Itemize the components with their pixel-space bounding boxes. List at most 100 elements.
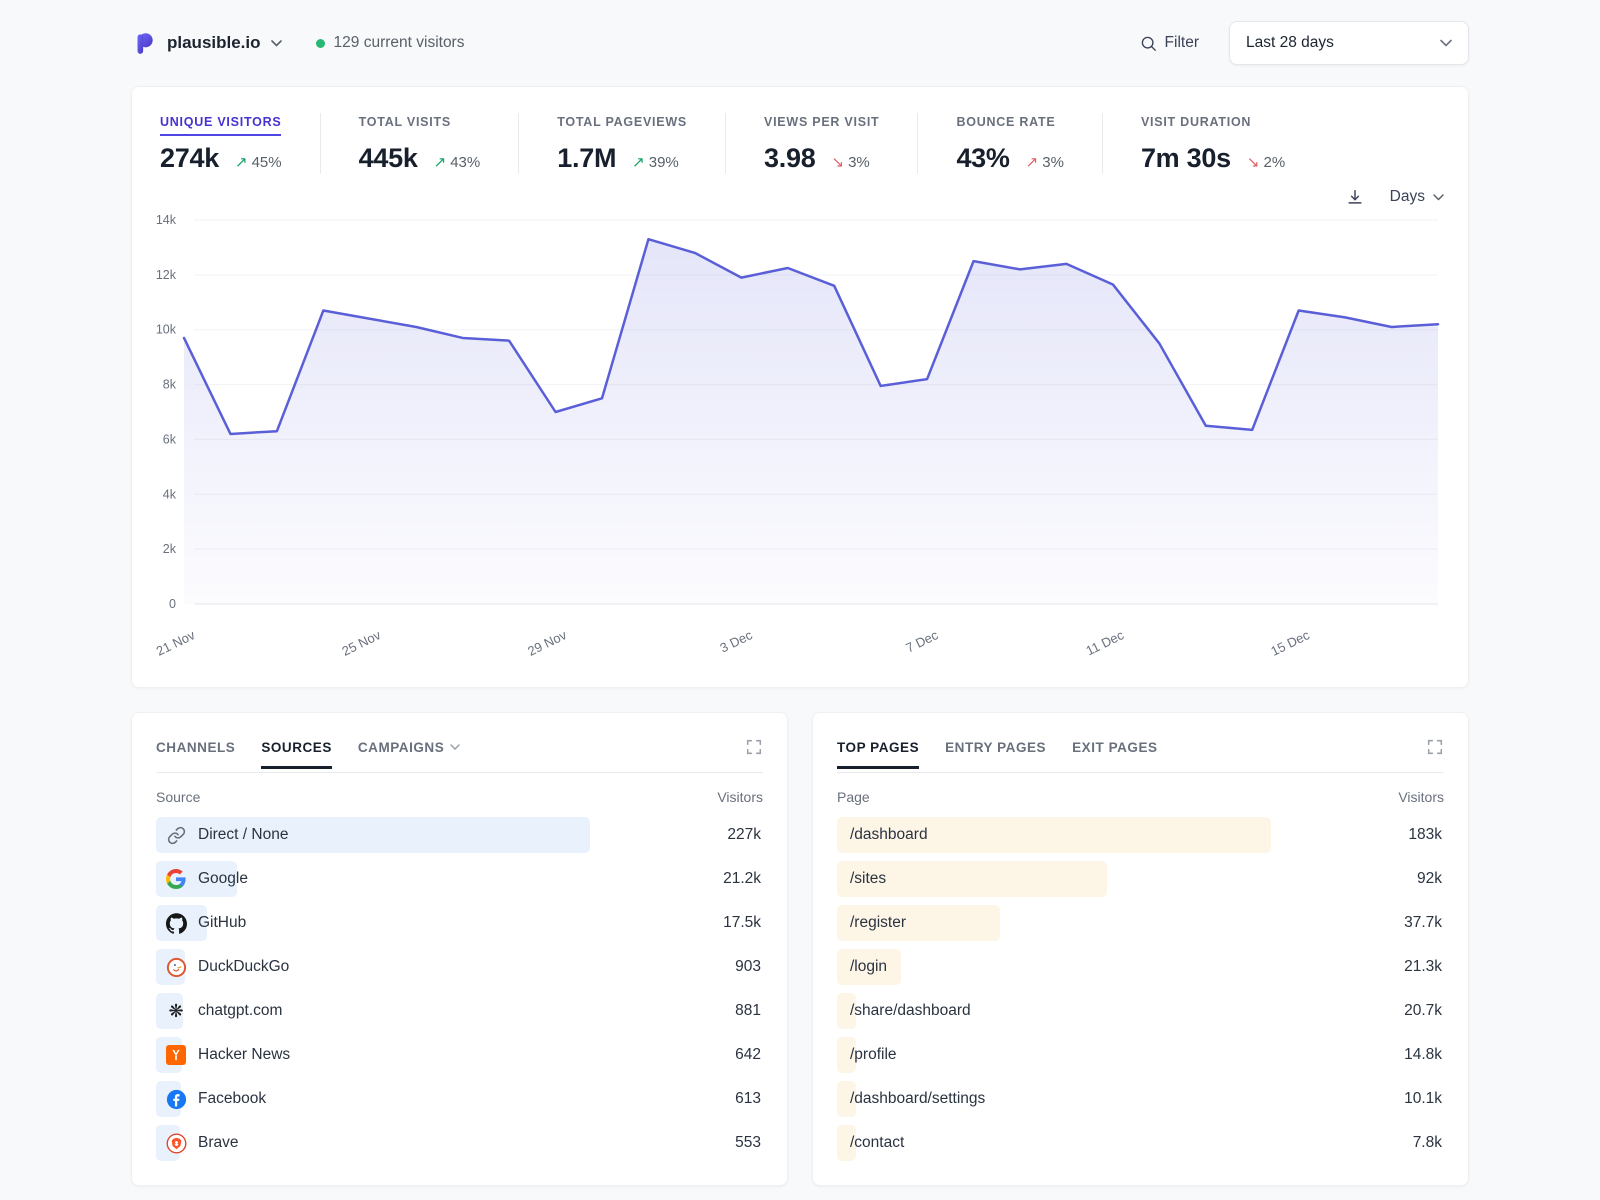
stat-bounce-rate[interactable]: BOUNCE RATE 43% ↗ 3%	[917, 113, 1102, 174]
sources-rows: Direct / None 227k Google 21.2k GitHub 1…	[156, 817, 763, 1161]
stat-label: VIEWS PER VISIT	[764, 115, 879, 136]
site-name[interactable]: plausible.io	[167, 33, 261, 53]
expand-icon[interactable]	[745, 738, 763, 756]
chevron-down-icon[interactable]	[271, 40, 282, 47]
svg-text:0: 0	[169, 597, 176, 611]
trend-arrow-icon: ↗	[235, 153, 248, 171]
visitors-value: 903	[735, 958, 761, 976]
pages-rows: /dashboard 183k /sites 92k /register 37.…	[837, 817, 1444, 1161]
stat-value: 7m 30s	[1141, 143, 1231, 174]
visitors-value: 183k	[1408, 826, 1442, 844]
date-range-value: Last 28 days	[1246, 34, 1334, 52]
page-path[interactable]: /register	[850, 914, 906, 932]
table-row[interactable]: Facebook 613	[156, 1081, 763, 1117]
column-source: Source	[156, 789, 200, 805]
current-visitors[interactable]: 129 current visitors	[316, 34, 465, 52]
pages-tabs: TOP PAGES ENTRY PAGES EXIT PAGES	[837, 740, 1158, 755]
stats-row: UNIQUE VISITORS 274k ↗ 45% TOTAL VISITS …	[152, 113, 1448, 174]
visitors-value: 227k	[727, 826, 761, 844]
table-row[interactable]: DuckDuckGo 903	[156, 949, 763, 985]
stat-visit-duration[interactable]: VISIT DURATION 7m 30s ↘ 2%	[1102, 113, 1323, 174]
tab-entry-pages[interactable]: ENTRY PAGES	[945, 740, 1046, 755]
tab-exit-pages[interactable]: EXIT PAGES	[1072, 740, 1157, 755]
filter-button[interactable]: Filter	[1140, 34, 1199, 52]
sources-columns: Source Visitors	[156, 789, 763, 805]
column-visitors: Visitors	[1398, 789, 1444, 805]
stat-label: BOUNCE RATE	[956, 115, 1055, 136]
tab-label: ENTRY PAGES	[945, 740, 1046, 755]
visitors-value: 92k	[1417, 870, 1442, 888]
tab-channels[interactable]: CHANNELS	[156, 740, 235, 755]
overview-card: UNIQUE VISITORS 274k ↗ 45% TOTAL VISITS …	[131, 86, 1469, 688]
svg-text:4k: 4k	[163, 487, 177, 501]
stat-total-visits[interactable]: TOTAL VISITS 445k ↗ 43%	[320, 113, 519, 174]
stat-change: ↗ 45%	[235, 153, 282, 171]
svg-text:7 Dec: 7 Dec	[903, 627, 941, 656]
tab-label: SOURCES	[261, 740, 332, 755]
tab-sources[interactable]: SOURCES	[261, 740, 332, 755]
pages-columns: Page Visitors	[837, 789, 1444, 805]
visitors-value: 553	[735, 1134, 761, 1152]
page-path[interactable]: /contact	[850, 1134, 904, 1152]
hackernews-icon	[165, 1044, 187, 1066]
page-path[interactable]: /profile	[850, 1046, 897, 1064]
source-name[interactable]: Direct / None	[198, 826, 288, 844]
expand-icon[interactable]	[1426, 738, 1444, 756]
table-row[interactable]: /contact 7.8k	[837, 1125, 1444, 1161]
visitors-value: 613	[735, 1090, 761, 1108]
stat-value: 43%	[956, 143, 1009, 174]
table-row[interactable]: Direct / None 227k	[156, 817, 763, 853]
date-range-select[interactable]: Last 28 days	[1229, 21, 1469, 65]
table-row[interactable]: Google 21.2k	[156, 861, 763, 897]
svg-text:3 Dec: 3 Dec	[718, 627, 756, 656]
duckduckgo-icon	[165, 956, 187, 978]
table-row[interactable]: Hacker News 642	[156, 1037, 763, 1073]
table-row[interactable]: /dashboard/settings 10.1k	[837, 1081, 1444, 1117]
stat-value: 274k	[160, 143, 219, 174]
chevron-down-icon	[450, 744, 460, 750]
page-path[interactable]: /dashboard/settings	[850, 1090, 985, 1108]
visitors-value: 37.7k	[1404, 914, 1442, 932]
trend-arrow-icon: ↘	[831, 153, 844, 171]
stat-change: ↗ 43%	[434, 153, 481, 171]
stat-total-pageviews[interactable]: TOTAL PAGEVIEWS 1.7M ↗ 39%	[518, 113, 725, 174]
stat-change-pct: 45%	[252, 154, 282, 171]
tab-campaigns[interactable]: CAMPAIGNS	[358, 740, 460, 755]
visitors-value: 10.1k	[1404, 1090, 1442, 1108]
interval-select[interactable]: Days	[1390, 188, 1444, 206]
github-icon	[165, 912, 187, 934]
trend-arrow-icon: ↗	[1026, 153, 1039, 171]
tab-top-pages[interactable]: TOP PAGES	[837, 740, 919, 755]
table-row[interactable]: Brave 553	[156, 1125, 763, 1161]
table-row[interactable]: ❋ chatgpt.com 881	[156, 993, 763, 1029]
stat-views-per-visit[interactable]: VIEWS PER VISIT 3.98 ↘ 3%	[725, 113, 917, 174]
source-name[interactable]: Google	[198, 870, 248, 888]
brave-icon	[165, 1132, 187, 1154]
page-path[interactable]: /dashboard	[850, 826, 928, 844]
page-path[interactable]: /login	[850, 958, 887, 976]
divider	[837, 772, 1444, 773]
download-icon[interactable]	[1346, 188, 1364, 206]
source-name[interactable]: GitHub	[198, 914, 246, 932]
page-path[interactable]: /sites	[850, 870, 886, 888]
current-visitors-label: 129 current visitors	[334, 34, 465, 52]
stat-label: UNIQUE VISITORS	[160, 115, 281, 136]
visitors-chart[interactable]: 02k4k6k8k10k12k14k21 Nov25 Nov29 Nov3 De…	[152, 208, 1448, 679]
table-row[interactable]: /sites 92k	[837, 861, 1444, 897]
stat-unique-visitors[interactable]: UNIQUE VISITORS 274k ↗ 45%	[160, 113, 320, 174]
source-name[interactable]: Facebook	[198, 1090, 266, 1108]
source-name[interactable]: chatgpt.com	[198, 1002, 282, 1020]
table-row[interactable]: /register 37.7k	[837, 905, 1444, 941]
page-path[interactable]: /share/dashboard	[850, 1002, 971, 1020]
table-row[interactable]: /login 21.3k	[837, 949, 1444, 985]
source-name[interactable]: Hacker News	[198, 1046, 290, 1064]
visitors-value: 881	[735, 1002, 761, 1020]
table-row[interactable]: /profile 14.8k	[837, 1037, 1444, 1073]
table-row[interactable]: /share/dashboard 20.7k	[837, 993, 1444, 1029]
divider	[156, 772, 763, 773]
table-row[interactable]: GitHub 17.5k	[156, 905, 763, 941]
source-name[interactable]: Brave	[198, 1134, 239, 1152]
table-row[interactable]: /dashboard 183k	[837, 817, 1444, 853]
visitors-value: 642	[735, 1046, 761, 1064]
source-name[interactable]: DuckDuckGo	[198, 958, 289, 976]
